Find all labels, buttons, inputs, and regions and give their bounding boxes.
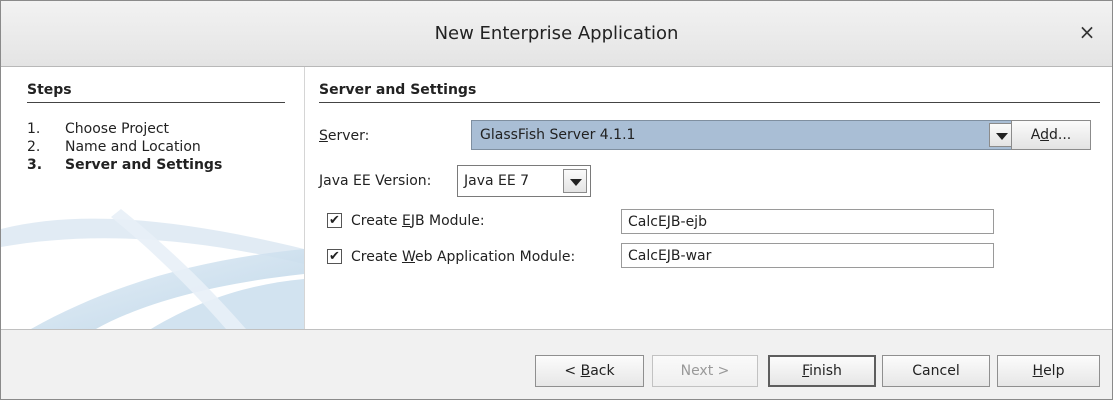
create-web-module-label[interactable]: Create Web Application Module:	[351, 247, 575, 267]
back-button-mnemonic: B	[580, 363, 591, 379]
close-icon[interactable]: ×	[1076, 21, 1098, 43]
step-number: 1.	[27, 121, 41, 137]
help-button[interactable]: Help	[997, 355, 1100, 387]
step-label: Choose Project	[65, 121, 170, 137]
step-number: 2.	[27, 139, 41, 155]
button-bar: < Back Next > Finish Cancel Help	[1, 330, 1112, 399]
add-server-button[interactable]: Add...	[1011, 120, 1091, 150]
step-item: 2. Name and Location	[27, 138, 222, 156]
help-button-mnemonic: H	[1032, 363, 1044, 379]
finish-button[interactable]: Finish	[768, 355, 876, 387]
section-divider	[319, 102, 1100, 103]
server-label: Server:	[319, 128, 369, 144]
web-label-text: Create	[351, 249, 402, 265]
add-button-text: A	[1030, 127, 1041, 143]
server-label-text: erver:	[327, 128, 370, 144]
ejb-label-text: Create	[351, 213, 402, 229]
step-number: 3.	[27, 157, 43, 173]
window-title: New Enterprise Application	[434, 23, 679, 44]
back-button[interactable]: < Back	[535, 355, 644, 387]
java-ee-label-text: ava EE Version:	[323, 173, 432, 189]
steps-panel: Steps 1. Choose Project 2. Name and Locati…	[1, 67, 305, 329]
add-button-text-rest: d...	[1048, 127, 1072, 143]
web-label-mnemonic: W	[401, 249, 415, 265]
steps-heading: Steps	[27, 82, 72, 98]
chevron-down-icon[interactable]	[563, 169, 587, 193]
steps-divider	[27, 102, 285, 103]
java-ee-version-select[interactable]: Java EE 7	[457, 165, 591, 197]
ejb-module-name-field[interactable]	[621, 209, 994, 234]
new-enterprise-application-dialog: New Enterprise Application × Steps 1. Cho…	[0, 0, 1113, 400]
create-ejb-module-label[interactable]: Create EJB Module:	[351, 211, 485, 231]
title-bar[interactable]: New Enterprise Application ×	[1, 1, 1112, 67]
ejb-label-text-rest: JB Module:	[410, 213, 485, 229]
add-button-mnemonic: d	[1040, 127, 1049, 143]
section-heading: Server and Settings	[319, 82, 477, 98]
back-button-text: <	[564, 363, 581, 379]
help-button-text: elp	[1043, 363, 1065, 379]
step-item-current: 3. Server and Settings	[27, 156, 222, 174]
java-ee-version-value: Java EE 7	[464, 173, 530, 189]
ejb-label-mnemonic: E	[401, 213, 411, 229]
step-label: Server and Settings	[65, 157, 223, 173]
web-label-text-rest: eb Application Module:	[415, 249, 576, 265]
finish-button-text: inish	[809, 363, 842, 379]
create-ejb-module-checkbox[interactable]: ✔	[327, 213, 342, 228]
create-web-module-checkbox[interactable]: ✔	[327, 249, 342, 264]
server-select-value: GlassFish Server 4.1.1	[480, 127, 636, 143]
cancel-button[interactable]: Cancel	[882, 355, 990, 387]
next-button[interactable]: Next >	[652, 355, 758, 387]
step-label: Name and Location	[65, 139, 201, 155]
server-select[interactable]: GlassFish Server 4.1.1	[471, 120, 1016, 150]
chevron-down-icon[interactable]	[989, 123, 1013, 147]
settings-panel: Server and Settings Server: GlassFish Se…	[319, 67, 1109, 329]
decorative-swoosh-graphic	[1, 209, 304, 329]
step-item: 1. Choose Project	[27, 120, 222, 138]
back-button-text-rest: ack	[590, 363, 615, 379]
web-module-name-field[interactable]	[621, 243, 994, 268]
java-ee-version-label: Java EE Version:	[319, 173, 431, 189]
steps-list: 1. Choose Project 2. Name and Location 3. S…	[27, 120, 222, 174]
server-label-mnemonic: S	[319, 128, 328, 144]
